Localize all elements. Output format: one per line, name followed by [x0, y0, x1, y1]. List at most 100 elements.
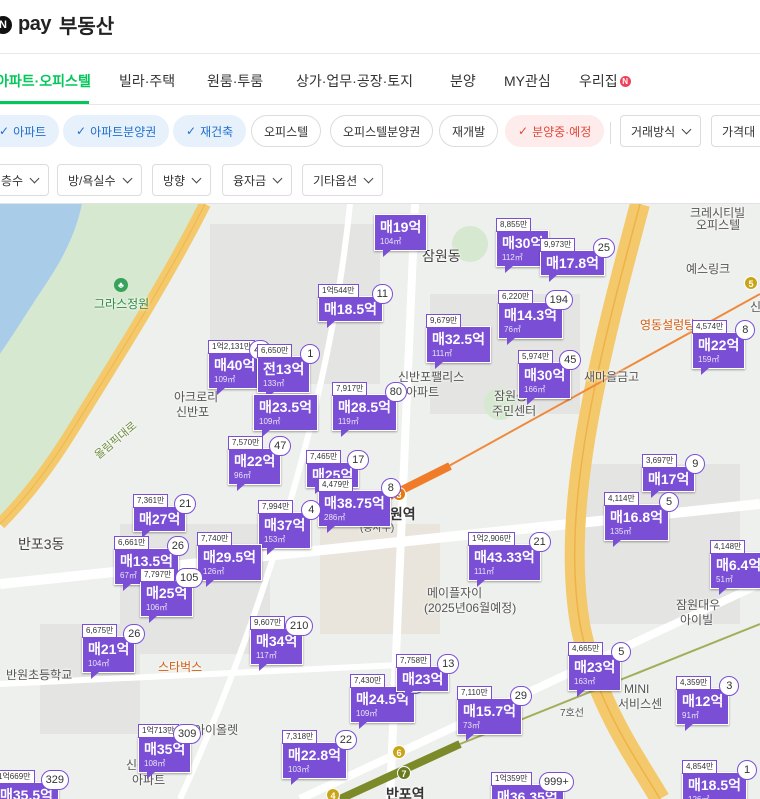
- direction-dropdown[interactable]: 방향: [152, 164, 212, 196]
- price-marker[interactable]: 매19억 104㎡: [374, 214, 428, 257]
- price-marker[interactable]: 5,974만 매30억 166㎡ 45: [518, 350, 582, 405]
- chip-label: 아파트: [13, 124, 47, 139]
- tab-my-home[interactable]: 우리집 N: [579, 71, 631, 91]
- marker-area: 109㎡: [259, 417, 281, 426]
- chip-officetel-presale-right[interactable]: 오피스텔분양권: [330, 115, 434, 147]
- price-marker[interactable]: 7,797만 매25억 106㎡ 105: [140, 568, 204, 623]
- price-marker[interactable]: 1억669만 매35.5억 329: [0, 770, 70, 799]
- chip-apartment-presale-right[interactable]: ✓ 아파트분양권: [63, 115, 170, 147]
- marker-price: 매18.5억: [324, 301, 378, 317]
- price-marker[interactable]: 7,110만 매15.7억 73㎡ 29: [457, 686, 533, 741]
- marker-price: 매12억: [682, 693, 724, 709]
- tab-my-interest[interactable]: MY관심: [504, 71, 551, 91]
- station-banpo-c-icon[interactable]: 4: [326, 788, 340, 799]
- tab-villa-house[interactable]: 빌라·주택: [119, 71, 175, 91]
- chevron-down-icon: [363, 173, 374, 183]
- price-per-pyeong-label: 7,994만: [258, 500, 294, 514]
- price-marker[interactable]: 6,220만 매14.3억 76㎡ 194: [498, 290, 574, 345]
- map-label-ministop-2: 서비스센: [618, 697, 663, 711]
- price-per-pyeong-label: 6,220만: [498, 290, 534, 304]
- listing-count-badge: 22: [334, 730, 358, 750]
- tab-presale[interactable]: 분양: [450, 71, 476, 91]
- price-marker[interactable]: 7,740만 매29.5억 126㎡: [197, 532, 263, 587]
- dropdown-label: 가격대: [722, 124, 756, 139]
- price-per-pyeong-label: 7,570만: [228, 436, 264, 450]
- price-marker[interactable]: 1억2,906만 매43.33억 111㎡ 21: [468, 532, 551, 587]
- marker-area: 51㎡: [716, 575, 733, 584]
- dropdown-label: 융자금: [233, 173, 267, 188]
- marker-price: 매24.5억: [356, 691, 410, 707]
- station-sinsa-icon[interactable]: 5: [744, 276, 758, 290]
- station-banpo-b-icon[interactable]: 7: [397, 766, 411, 780]
- marker-price: 매14.3억: [504, 307, 558, 323]
- trade-type-dropdown[interactable]: 거래방식: [620, 115, 702, 147]
- price-marker[interactable]: 1억2,131만매40억109㎡43: [208, 340, 272, 395]
- price-marker[interactable]: 4,114만 매16.8억 135㎡ 5: [604, 492, 680, 547]
- price-marker[interactable]: 4,148만 매6.4억 51㎡: [710, 540, 760, 595]
- price-marker[interactable]: 7,570만 매22억 96㎡ 47: [228, 436, 292, 491]
- tab-oneroom-tworoom[interactable]: 원룸·투룸: [207, 71, 263, 91]
- marker-price: 매19억: [380, 219, 422, 235]
- map-label-jamwon-dong: 잠원동: [422, 248, 461, 264]
- marker-area: 103㎡: [288, 765, 310, 774]
- naver-n-icon: N: [0, 15, 12, 34]
- price-marker[interactable]: 9,607만 매34억 117㎡ 210: [250, 616, 314, 671]
- price-marker[interactable]: 1억544만 매18.5억 11: [318, 284, 394, 328]
- naver-pay-logo[interactable]: N pay 부동산: [0, 10, 114, 39]
- tab-commercial-land[interactable]: 상가·업무·공장·토지: [296, 71, 413, 91]
- dropdown-label: 거래방식: [631, 124, 676, 139]
- price-marker[interactable]: 7,361만 매27억 21: [133, 494, 197, 538]
- price-marker[interactable]: 7,917만 매28.5억 119㎡ 80: [332, 382, 408, 437]
- marker-price: 매22억: [698, 337, 740, 353]
- price-marker[interactable]: 7,318만 매22.8억 103㎡ 22: [282, 730, 358, 785]
- marker-price: 매37억: [264, 517, 306, 533]
- chip-reconstruction[interactable]: ✓ 재건축: [173, 115, 247, 147]
- price-marker[interactable]: 4,359만 매12억 91㎡ 3: [676, 676, 740, 731]
- price-marker[interactable]: 9,973만 매17.8억 25: [540, 238, 616, 282]
- price-marker[interactable]: 1억713만 매35억 108㎡ 309: [138, 724, 202, 779]
- listing-count-badge: 26: [123, 624, 146, 644]
- price-marker[interactable]: 6,650만 전13억 133㎡ 1: [257, 344, 321, 399]
- price-marker[interactable]: 4,479만 매38.75억 286㎡ 8: [318, 478, 401, 533]
- listing-count-badge: 329: [40, 770, 70, 790]
- station-banpo-a-icon[interactable]: 6: [392, 745, 406, 759]
- marker-area: 104㎡: [380, 237, 402, 246]
- price-per-pyeong-label: 7,917만: [332, 382, 368, 396]
- map-label-crehill-2: 오피스텔: [696, 218, 741, 232]
- price-marker[interactable]: 4,854만매18.5억 126㎡ 1: [682, 760, 758, 799]
- listing-count-badge: 309: [172, 724, 202, 744]
- loan-dropdown[interactable]: 융자금: [222, 164, 293, 196]
- marker-area: 119㎡: [338, 417, 359, 426]
- other-options-dropdown[interactable]: 기타옵션: [302, 164, 384, 196]
- price-marker[interactable]: 1억359만 매36.35억 999+: [491, 772, 574, 799]
- marker-price: 매21억: [88, 641, 130, 657]
- map-canvas[interactable]: 잠원동 ♣ 그라스정원 반포3동 올림픽대로 아크로리 신반포 신반포팰리스 아…: [0, 204, 760, 799]
- dropdown-label: 기타옵션: [313, 173, 358, 188]
- chip-apartment[interactable]: ✓ 아파트: [0, 115, 60, 147]
- map-label-acro-2: 신반포: [176, 405, 210, 419]
- chip-presale-ongoing[interactable]: ✓ 분양중·예정: [505, 115, 605, 147]
- price-range-dropdown[interactable]: 가격대: [711, 115, 760, 147]
- price-marker[interactable]: 4,574만 매22억 159㎡ 8: [692, 320, 756, 375]
- chip-redevelopment[interactable]: 재개발: [439, 115, 499, 147]
- price-marker[interactable]: 7,758만 매23억 13: [396, 654, 460, 698]
- price-per-pyeong-label: 6,650만: [257, 344, 293, 358]
- map-label-grass-garden: 그라스정원: [94, 297, 150, 311]
- price-marker[interactable]: 4,665만 매23억 163㎡ 5: [568, 642, 632, 697]
- dropdown-label: 층수: [1, 173, 24, 188]
- rooms-dropdown[interactable]: 방/욕실수: [57, 164, 142, 196]
- tab-my-home-label: 우리집: [579, 73, 618, 89]
- floor-dropdown[interactable]: 층수: [0, 164, 50, 196]
- listing-count-badge: 26: [166, 536, 190, 556]
- chip-officetel[interactable]: 오피스텔: [251, 115, 322, 147]
- marker-price: 매22.8억: [288, 747, 342, 763]
- tab-apartment-officetel[interactable]: 아파트·오피스텔: [0, 71, 91, 91]
- price-per-pyeong-label: 4,359만: [676, 676, 712, 690]
- price-marker[interactable]: 9,679만 매32.5억 111㎡: [426, 314, 492, 369]
- price-marker[interactable]: 7,994만 매37억 153㎡ 4: [258, 500, 322, 555]
- price-marker[interactable]: 3,697만 매17억 9: [642, 454, 706, 498]
- marker-price: 매28.5억: [338, 399, 392, 415]
- price-marker[interactable]: 6,675만 매21억 104㎡ 26: [82, 624, 146, 679]
- price-marker[interactable]: 매23.5억 109㎡: [253, 394, 319, 437]
- price-per-pyeong-label: 4,665만: [568, 642, 604, 656]
